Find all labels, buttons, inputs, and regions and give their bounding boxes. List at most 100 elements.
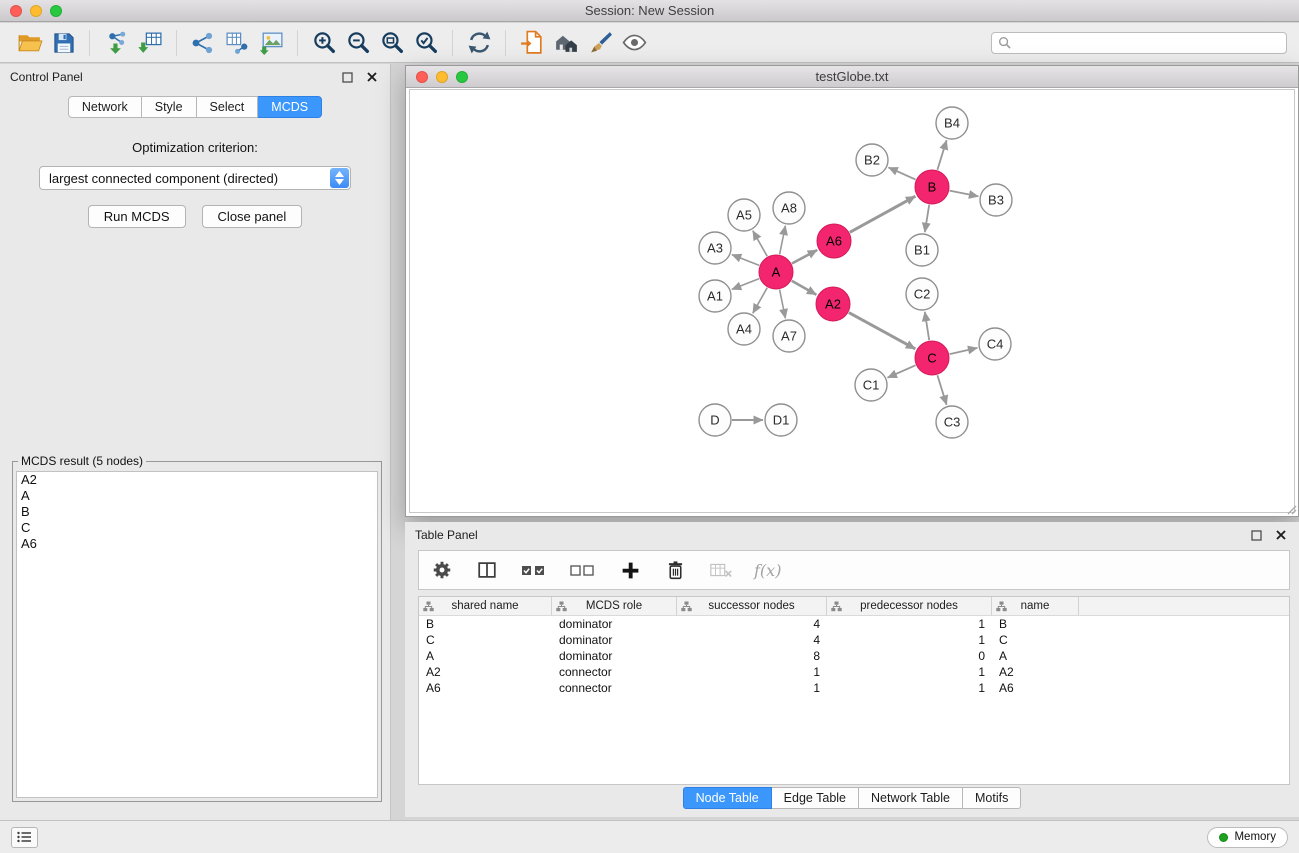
network-edge[interactable] <box>792 281 817 295</box>
network-node-B2[interactable]: B2 <box>856 144 888 176</box>
network-node-A5[interactable]: A5 <box>728 199 760 231</box>
mcds-result-list[interactable]: A2ABCA6 <box>16 471 378 798</box>
network-window-titlebar[interactable]: testGlobe.txt <box>406 66 1298 88</box>
network-edge[interactable] <box>950 348 978 354</box>
network-edge[interactable] <box>792 250 817 264</box>
zoom-in-button[interactable] <box>307 27 341 59</box>
column-header[interactable]: predecessor nodes <box>827 597 992 615</box>
column-header[interactable]: successor nodes <box>677 597 827 615</box>
column-header[interactable]: MCDS role <box>552 597 677 615</box>
column-header[interactable]: shared name <box>419 597 552 615</box>
network-node-C4[interactable]: C4 <box>979 328 1011 360</box>
network-edge[interactable] <box>937 375 946 405</box>
network-edge[interactable] <box>888 167 915 179</box>
search-input[interactable] <box>1016 36 1280 50</box>
minimize-window-button[interactable] <box>30 5 42 17</box>
network-node-B3[interactable]: B3 <box>980 184 1012 216</box>
memory-button[interactable]: Memory <box>1207 827 1288 848</box>
close-panel-button[interactable] <box>363 69 380 86</box>
table-row[interactable]: Adominator80A <box>419 648 1289 664</box>
network-edge[interactable] <box>753 288 767 314</box>
network-edge[interactable] <box>925 205 929 232</box>
result-item[interactable]: A <box>17 488 377 504</box>
zoom-selected-button[interactable] <box>409 27 443 59</box>
close-table-panel-button[interactable] <box>1272 527 1289 544</box>
network-edge[interactable] <box>780 226 786 255</box>
function-builder-button[interactable]: f(x) <box>754 561 781 580</box>
maximize-window-button[interactable] <box>50 5 62 17</box>
apply-style-button[interactable] <box>583 27 617 59</box>
maximize-network-window-button[interactable] <box>456 71 468 83</box>
column-header[interactable]: name <box>992 597 1079 615</box>
network-edge[interactable] <box>732 279 759 290</box>
table-row[interactable]: Cdominator41C <box>419 632 1289 648</box>
tab-node-table[interactable]: Node Table <box>683 787 772 809</box>
table-options-button[interactable] <box>429 554 455 586</box>
network-edge[interactable] <box>937 140 946 170</box>
table-row[interactable]: A6connector11A6 <box>419 680 1289 696</box>
select-all-button[interactable] <box>519 554 549 586</box>
network-edge[interactable] <box>950 191 979 197</box>
network-node-C3[interactable]: C3 <box>936 406 968 438</box>
network-node-A[interactable]: A <box>759 255 793 289</box>
network-node-C1[interactable]: C1 <box>855 369 887 401</box>
network-node-A1[interactable]: A1 <box>699 280 731 312</box>
network-node-D1[interactable]: D1 <box>765 404 797 436</box>
tab-select[interactable]: Select <box>197 96 259 118</box>
network-node-D[interactable]: D <box>699 404 731 436</box>
network-node-C[interactable]: C <box>915 341 949 375</box>
result-item[interactable]: A2 <box>17 472 377 488</box>
tab-edge-table[interactable]: Edge Table <box>772 787 859 809</box>
network-edge[interactable] <box>888 365 916 377</box>
export-document-button[interactable] <box>515 27 549 59</box>
zoom-out-button[interactable] <box>341 27 375 59</box>
table-row[interactable]: Bdominator41B <box>419 616 1289 632</box>
save-session-button[interactable] <box>46 27 80 59</box>
network-node-B1[interactable]: B1 <box>906 234 938 266</box>
toolbar-search[interactable] <box>991 32 1287 54</box>
network-node-B4[interactable]: B4 <box>936 107 968 139</box>
criterion-dropdown[interactable]: largest connected component (directed) <box>39 166 351 190</box>
network-canvas[interactable]: B4 B2 B B3 A8 A5 A6 A3 B1 A C2 A1 A2 A4 A7 C4 C C1 C3 D D1 <box>409 89 1295 513</box>
network-edge[interactable] <box>753 231 767 257</box>
network-node-A7[interactable]: A7 <box>773 320 805 352</box>
zoom-fit-button[interactable] <box>375 27 409 59</box>
result-item[interactable]: C <box>17 520 377 536</box>
network-node-C2[interactable]: C2 <box>906 278 938 310</box>
run-mcds-button[interactable]: Run MCDS <box>88 205 186 228</box>
close-network-window-button[interactable] <box>416 71 428 83</box>
network-edge[interactable] <box>732 255 759 266</box>
import-network-button[interactable] <box>99 27 133 59</box>
home-button[interactable] <box>549 27 583 59</box>
result-item[interactable]: A6 <box>17 536 377 552</box>
network-node-A3[interactable]: A3 <box>699 232 731 264</box>
minimize-network-window-button[interactable] <box>436 71 448 83</box>
tab-style[interactable]: Style <box>142 96 197 118</box>
network-node-A2[interactable]: A2 <box>816 287 850 321</box>
tab-mcds[interactable]: MCDS <box>258 96 322 118</box>
network-node-A8[interactable]: A8 <box>773 192 805 224</box>
network-edge[interactable] <box>849 313 916 349</box>
tab-network[interactable]: Network <box>68 96 142 118</box>
deselect-all-button[interactable] <box>568 554 598 586</box>
show-columns-button[interactable] <box>474 554 500 586</box>
network-node-B[interactable]: B <box>915 170 949 204</box>
tab-motifs[interactable]: Motifs <box>963 787 1021 809</box>
network-edge[interactable] <box>850 196 916 232</box>
delete-table-button[interactable] <box>707 554 735 586</box>
resize-handle-icon[interactable] <box>1284 502 1297 515</box>
close-panel-action-button[interactable]: Close panel <box>202 205 303 228</box>
network-edge[interactable] <box>925 312 929 340</box>
new-table-button[interactable] <box>220 27 254 59</box>
export-image-button[interactable] <box>254 27 288 59</box>
task-history-button[interactable] <box>11 827 38 848</box>
close-window-button[interactable] <box>10 5 22 17</box>
network-node-A4[interactable]: A4 <box>728 313 760 345</box>
open-session-button[interactable] <box>12 27 46 59</box>
float-panel-button[interactable] <box>339 69 356 86</box>
create-column-button[interactable] <box>617 554 643 586</box>
network-edge[interactable] <box>780 290 786 319</box>
table-row[interactable]: A2connector11A2 <box>419 664 1289 680</box>
apply-layout-button[interactable] <box>462 27 496 59</box>
network-node-A6[interactable]: A6 <box>817 224 851 258</box>
